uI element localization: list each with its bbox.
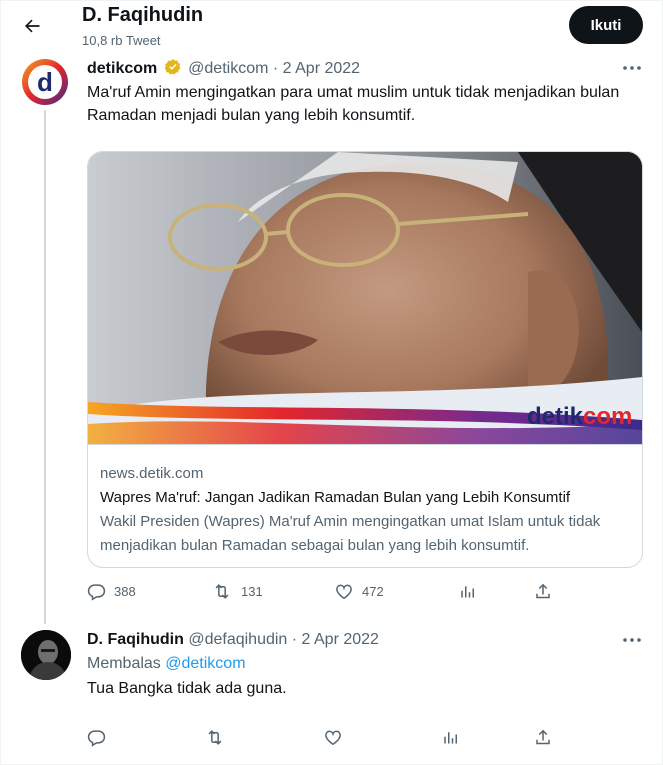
tweet-date[interactable]: 2 Apr 2022 — [283, 60, 360, 77]
replying-to-link[interactable]: @detikcom — [165, 655, 245, 672]
separator: · — [272, 60, 279, 77]
profile-header: D. Faqihudin 10,8 rb Tweet Ikuti — [0, 0, 663, 56]
user-handle[interactable]: @detikcom — [188, 60, 268, 77]
share-icon — [536, 729, 550, 745]
separator: · — [291, 631, 298, 648]
like-button[interactable]: 472 — [334, 582, 384, 601]
analytics-icon — [461, 586, 474, 598]
tweet-header: detikcom @detikcom · 2 Apr 2022 — [87, 58, 360, 81]
svg-text:d: d — [37, 67, 53, 97]
more-horizontal-icon — [623, 638, 641, 642]
link-preview-card[interactable]: detik com news.detik.com Wapres Ma'ruf: … — [87, 151, 643, 568]
retweet-icon — [215, 584, 229, 599]
more-button[interactable] — [620, 60, 644, 81]
card-domain: news.detik.com — [100, 465, 204, 482]
replying-label: Membalas — [87, 655, 161, 672]
more-button[interactable] — [620, 632, 644, 653]
share-button[interactable] — [534, 582, 552, 601]
analytics-icon — [444, 732, 457, 744]
heart-icon — [336, 584, 352, 600]
arrow-left-icon — [25, 19, 40, 33]
more-horizontal-icon — [623, 66, 641, 70]
thread-line — [44, 110, 46, 624]
verified-badge-icon — [164, 58, 182, 81]
reply-button[interactable] — [87, 728, 106, 747]
like-count: 472 — [362, 584, 384, 599]
retweet-icon — [208, 730, 222, 745]
views-button[interactable] — [459, 582, 477, 601]
retweet-button[interactable] — [204, 728, 226, 747]
reply-button[interactable]: 388 — [87, 582, 136, 601]
detikcom-logo: d — [22, 59, 68, 105]
card-divider — [88, 444, 642, 445]
card-title: Wapres Ma'ruf: Jangan Jadikan Ramadan Bu… — [100, 489, 571, 506]
user-photo — [21, 630, 71, 680]
detikcom-watermark-suffix: com — [583, 403, 632, 430]
display-name[interactable]: detikcom — [87, 60, 157, 77]
user-handle[interactable]: @defaqihudin — [188, 631, 287, 648]
share-button[interactable] — [534, 728, 552, 747]
detikcom-watermark: detik — [527, 403, 584, 430]
retweet-count: 131 — [241, 584, 263, 599]
avatar[interactable] — [21, 630, 71, 680]
card-image: detik com — [88, 152, 642, 444]
like-button[interactable] — [323, 728, 343, 747]
share-icon — [536, 583, 550, 599]
tweet-text: Ma'ruf Amin mengingatkan para umat musli… — [87, 84, 620, 124]
heart-icon — [325, 730, 341, 746]
avatar[interactable]: d — [21, 58, 69, 106]
replying-to: Membalas @detikcom — [87, 655, 246, 673]
tweet-actions: 388 131 472 — [87, 582, 557, 606]
views-button[interactable] — [442, 728, 460, 747]
retweet-button[interactable]: 131 — [211, 582, 263, 601]
tweet-count: 10,8 rb Tweet — [82, 33, 161, 48]
profile-name-title: D. Faqihudin — [82, 4, 204, 26]
reply-icon — [87, 730, 106, 747]
reply-icon — [87, 584, 106, 601]
follow-button[interactable]: Ikuti — [569, 6, 643, 44]
card-body: news.detik.com Wapres Ma'ruf: Jangan Jad… — [100, 462, 630, 558]
card-description: Wakil Presiden (Wapres) Ma'ruf Amin meng… — [100, 513, 601, 554]
reply-count: 388 — [114, 584, 136, 599]
display-name[interactable]: D. Faqihudin — [87, 631, 184, 648]
tweet-date[interactable]: 2 Apr 2022 — [302, 631, 379, 648]
tweet-actions — [87, 728, 557, 752]
tweet-text: Tua Bangka tidak ada guna. — [87, 680, 287, 697]
back-button[interactable] — [18, 12, 46, 40]
tweet-header: D. Faqihudin @defaqihudin · 2 Apr 2022 — [87, 631, 379, 649]
